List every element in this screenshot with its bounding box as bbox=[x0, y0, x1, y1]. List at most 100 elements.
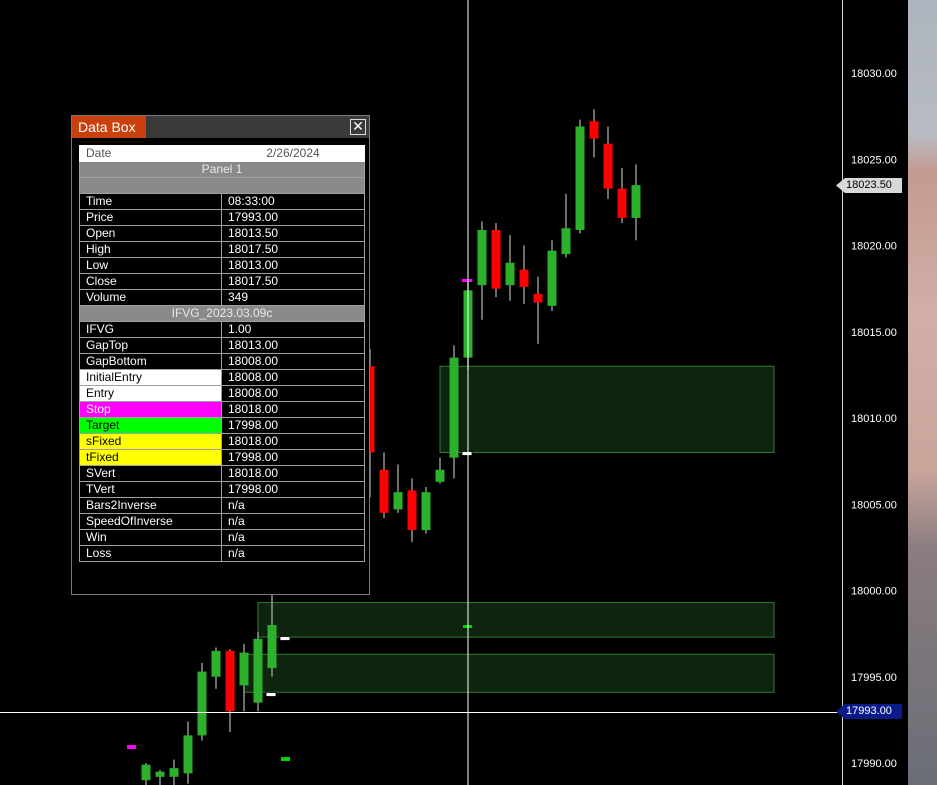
entry-marker bbox=[461, 451, 473, 456]
candle-body bbox=[589, 121, 599, 139]
close-icon[interactable]: ✕ bbox=[350, 119, 366, 135]
field-value: n/a bbox=[221, 497, 365, 514]
candle bbox=[169, 759, 179, 785]
field-label: tFixed bbox=[79, 449, 222, 466]
price-axis-label: 18010.00 bbox=[851, 413, 897, 425]
field-value: 18008.00 bbox=[221, 385, 365, 402]
candle-body bbox=[477, 229, 487, 286]
candle-body bbox=[435, 469, 445, 482]
data-box-row: sFixed 18018.00 bbox=[79, 433, 365, 450]
data-box-row: GapBottom 18008.00 bbox=[79, 353, 365, 370]
data-box-row: Open 18013.50 bbox=[79, 225, 365, 242]
data-box-row: Stop 18018.00 bbox=[79, 401, 365, 418]
candle bbox=[197, 662, 207, 741]
field-label: Bars2Inverse bbox=[79, 497, 222, 514]
candle-body bbox=[407, 490, 417, 531]
data-box-window[interactable]: Data Box ✕ Date 2/26/2024 Panel 1 Time 08:33… bbox=[71, 115, 370, 595]
field-label: Time bbox=[79, 193, 222, 210]
price-axis[interactable]: 18030.00 18025.00 18020.00 18015.00 18010.00… bbox=[851, 68, 897, 770]
field-value: 18018.00 bbox=[221, 433, 365, 450]
candle bbox=[421, 487, 431, 534]
target-marker bbox=[281, 757, 290, 761]
data-box-row: Win n/a bbox=[79, 529, 365, 546]
stop-marker bbox=[462, 279, 472, 282]
data-box-row: IFVG_2023.03.09c bbox=[79, 305, 365, 322]
field-value: 18018.00 bbox=[221, 465, 365, 482]
field-value: 349 bbox=[221, 289, 365, 306]
field-label: TVert bbox=[79, 481, 222, 498]
field-label: High bbox=[79, 241, 222, 258]
data-box-row: High 18017.50 bbox=[79, 241, 365, 258]
field-label: Win bbox=[79, 529, 222, 546]
candle bbox=[519, 245, 529, 305]
field-value: 1.00 bbox=[221, 321, 365, 338]
candle-body bbox=[211, 650, 221, 677]
candle bbox=[239, 643, 249, 712]
data-box-row: Time 08:33:00 bbox=[79, 193, 365, 210]
field-label: sFixed bbox=[79, 433, 222, 450]
price-axis-label: 18020.00 bbox=[851, 241, 897, 253]
field-label: Target bbox=[79, 417, 222, 434]
data-box-row: Entry 18008.00 bbox=[79, 385, 365, 402]
data-box-row: GapTop 18013.00 bbox=[79, 337, 365, 354]
field-value: 17998.00 bbox=[221, 481, 365, 498]
candle bbox=[141, 763, 151, 785]
field-value: 18017.50 bbox=[221, 273, 365, 290]
candle bbox=[505, 235, 515, 301]
data-box-row: Loss n/a bbox=[79, 545, 365, 562]
field-value: 08:33:00 bbox=[221, 193, 365, 210]
data-box-row: SpeedOfInverse n/a bbox=[79, 513, 365, 530]
data-box-row: InitialEntry 18008.00 bbox=[79, 369, 365, 386]
data-box-row: Volume 349 bbox=[79, 289, 365, 306]
data-box-row: Close 18017.50 bbox=[79, 273, 365, 290]
candle-body bbox=[505, 262, 515, 286]
field-label: Entry bbox=[79, 385, 222, 402]
data-box-row: IFVG 1.00 bbox=[79, 321, 365, 338]
background-photo-edge bbox=[908, 0, 937, 785]
data-box-row: Low 18013.00 bbox=[79, 257, 365, 274]
candle bbox=[449, 345, 459, 479]
field-value: 18018.00 bbox=[221, 401, 365, 418]
candle bbox=[407, 478, 417, 543]
candle-body bbox=[547, 250, 557, 306]
price-axis-label: 17995.00 bbox=[851, 672, 897, 684]
field-label: GapBottom bbox=[79, 353, 222, 370]
field-label: InitialEntry bbox=[79, 369, 222, 386]
field-value: n/a bbox=[221, 513, 365, 530]
field-value: 18008.00 bbox=[221, 369, 365, 386]
field-value: 18013.00 bbox=[221, 337, 365, 354]
data-box-row: TVert 17998.00 bbox=[79, 481, 365, 498]
candle-body bbox=[155, 771, 165, 777]
field-label: Stop bbox=[79, 401, 222, 418]
candle-body bbox=[239, 652, 249, 686]
candle-body bbox=[533, 293, 543, 303]
candle-body bbox=[197, 671, 207, 736]
candle-body bbox=[449, 357, 459, 458]
price-axis-label: 18015.00 bbox=[851, 327, 897, 339]
price-axis-label: 18030.00 bbox=[851, 68, 897, 80]
last-price-tag: 18023.50 bbox=[836, 178, 902, 193]
candle-body bbox=[421, 492, 431, 531]
candle-body bbox=[631, 185, 641, 218]
candle bbox=[253, 631, 263, 712]
field-value: n/a bbox=[221, 545, 365, 562]
candle bbox=[575, 119, 585, 234]
data-box-titlebar[interactable]: Data Box ✕ bbox=[72, 116, 369, 138]
data-box-table: Date 2/26/2024 Panel 1 Time 08:33:00 Price 179… bbox=[79, 145, 365, 562]
field-label: Price bbox=[79, 209, 222, 226]
price-axis-label: 18005.00 bbox=[851, 499, 897, 511]
fvg-zone bbox=[257, 602, 775, 638]
candle-body bbox=[225, 650, 235, 712]
candle bbox=[393, 464, 403, 513]
price-axis-label: 17990.00 bbox=[851, 758, 897, 770]
field-value: 17998.00 bbox=[221, 449, 365, 466]
candle-body bbox=[253, 638, 263, 703]
field-label: Volume bbox=[79, 289, 222, 306]
section-header-indicator: IFVG_2023.03.09c bbox=[79, 305, 365, 322]
candle bbox=[603, 126, 613, 199]
candle-body bbox=[393, 492, 403, 510]
field-value: 18008.00 bbox=[221, 353, 365, 370]
data-box-row: Target 17998.00 bbox=[79, 417, 365, 434]
data-box-row: Date 2/26/2024 bbox=[79, 145, 365, 162]
candle bbox=[617, 167, 627, 224]
